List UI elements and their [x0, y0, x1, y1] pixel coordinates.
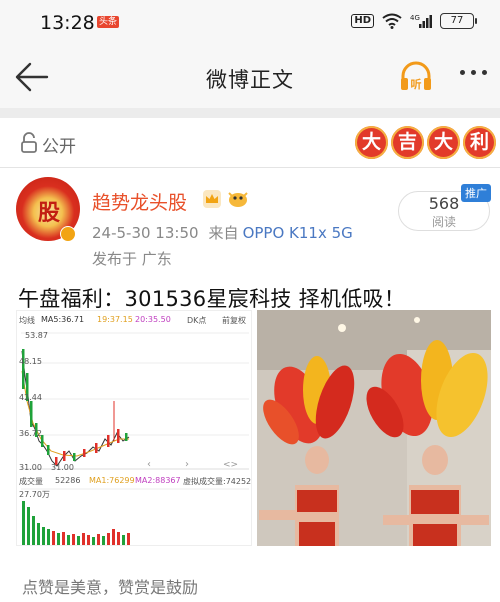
verified-badge-icon — [60, 226, 76, 242]
device-link[interactable]: OPPO K11x 5G — [243, 224, 353, 242]
stock-chart-image[interactable]: ‹ › <> 均线 MA5:36.71 19:37.15 20:35.50 DK… — [16, 310, 252, 546]
chart-fq: 前复权 — [222, 316, 246, 325]
svg-text:‹: ‹ — [147, 459, 151, 470]
listen-headphones-icon[interactable]: 听 — [398, 59, 434, 95]
chart-ma10: 19:37.15 — [97, 315, 133, 324]
chart-virtual-vol: 虚拟成交量:74252 — [183, 477, 252, 486]
post-location: 发布于 广东 — [92, 250, 172, 268]
app-header: 微博正文 听 — [0, 46, 500, 108]
visibility-row: 公开 大 吉 大 利 — [0, 118, 500, 168]
hd-icon: HD — [351, 14, 374, 28]
chart-ma20: 20:35.50 — [135, 315, 171, 324]
more-options-icon[interactable] — [460, 70, 490, 82]
performers-photo[interactable] — [257, 310, 491, 546]
lock-open-icon — [21, 132, 37, 153]
chart-low-mark: 31.00 — [51, 463, 74, 472]
chart-ma2: MA2:88367 — [135, 476, 181, 485]
status-icons: HD 4G 77 — [351, 13, 477, 29]
post-date: 24-5-30 13:50 — [92, 224, 199, 242]
signal-icon: 4G — [410, 14, 432, 28]
visibility-label: 公开 — [42, 137, 76, 157]
section-divider — [0, 108, 500, 118]
chart-volume-label: 成交量 — [19, 477, 43, 486]
author-name[interactable]: 趋势龙头股 — [92, 188, 187, 215]
svg-text:4G: 4G — [410, 14, 420, 22]
status-bar: 13:28 头条 HD 4G 77 — [0, 0, 500, 46]
badge-char: 大 — [355, 126, 388, 159]
chart-y2: 42.44 — [19, 393, 42, 402]
app-notification-badge: 头条 — [97, 16, 120, 28]
reads-label: 阅读 — [431, 215, 456, 229]
chart-low-left: 31.00 — [19, 463, 42, 472]
promo-tag: 推广 — [461, 184, 491, 202]
crown-icon — [203, 190, 221, 208]
source-prefix: 来自 — [208, 224, 239, 242]
post-text: 午盘福利：301536星宸科技 择机低吸！ — [18, 287, 406, 311]
reward-prompt: 点赞是美意，赞赏是鼓励 — [22, 578, 199, 597]
badge-char: 吉 — [391, 126, 424, 159]
chart-ma-header: 均线 — [19, 316, 35, 325]
chart-ma5: MA5:36.71 — [41, 315, 85, 324]
lucky-badge: 大 吉 大 利 — [355, 126, 496, 159]
chart-vol-value: 52286 — [55, 476, 81, 485]
chart-dk: DK点 — [187, 316, 207, 325]
puffer-icon — [228, 192, 248, 207]
post-meta: 24-5-30 13:50 来自 OPPO K11x 5G — [92, 222, 353, 243]
avatar-char: 股 — [38, 201, 61, 226]
performers-illustration — [257, 310, 491, 546]
svg-text:›: › — [185, 459, 189, 470]
badge-char: 大 — [427, 126, 460, 159]
chart-y3: 36.72 — [19, 429, 42, 438]
chart-y1: 48.15 — [19, 357, 42, 366]
listen-label: 听 — [411, 77, 422, 91]
status-time: 13:28 — [40, 12, 95, 34]
badge-char: 利 — [463, 126, 496, 159]
chart-vol-axis: 27.70万 — [19, 490, 50, 499]
svg-text:<>: <> — [223, 460, 238, 470]
stock-chart-graphic: ‹ › <> — [21, 332, 249, 545]
chart-high: 53.87 — [25, 331, 48, 340]
wifi-icon — [382, 13, 402, 29]
battery-icon: 77 — [440, 13, 477, 29]
chart-ma1: MA1:76299 — [89, 476, 135, 485]
